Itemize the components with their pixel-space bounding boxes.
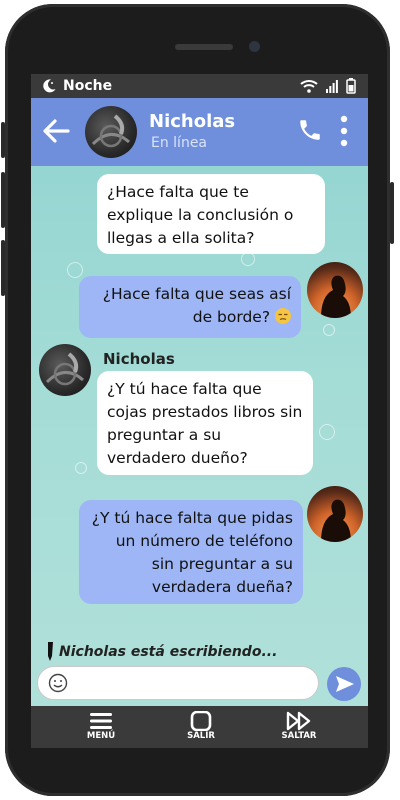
typing-text: Nicholas está escribiendo... [59,644,278,660]
sender-name: Nicholas [103,350,175,368]
volume-button [1,122,5,158]
volume-up-button [1,240,5,296]
smile-icon[interactable] [48,673,68,693]
exit-icon [190,711,212,731]
message-composer [37,666,319,700]
bubble-decoration [319,424,335,440]
menu-button[interactable]: MENÚ [81,711,121,741]
message-bubble-outgoing: ¿Hace falta que seas así de borde? [79,276,301,338]
skip-label: SALTAR [281,731,317,741]
speaker-grille [175,44,233,50]
signal-icon [326,80,338,93]
contact-avatar-small [39,344,91,396]
menu-label: MENÚ [86,731,116,741]
message-text: ¿Hace falta que seas así de borde? [102,285,291,326]
message-text: ¿Y tú hace falta que pidas un número de … [91,509,293,596]
menu-icon [90,713,112,729]
pen-icon [48,642,53,661]
message-text: ¿Y tú hace falta que cojas prestados lib… [107,380,303,467]
message-bubble-outgoing: ¿Y tú hace falta que pidas un número de … [79,500,303,604]
message-text: ¿Hace falta que te explique la conclusió… [107,183,294,247]
power-button [390,182,394,244]
phone-icon[interactable] [297,116,323,144]
more-icon[interactable] [337,114,351,148]
bubble-decoration [67,262,83,278]
chat-header: Nicholas En línea [31,98,368,166]
status-label: Noche [63,78,113,94]
user-avatar [307,486,363,542]
contact-avatar[interactable] [85,106,137,158]
chat-screen: Noche Nicholas En línea ¿Hace falta que … [31,74,368,748]
moon-icon [43,79,56,93]
unamused-emoji-icon [275,308,291,324]
battery-icon [346,78,356,94]
contact-name: Nicholas [149,111,236,132]
status-bar: Noche [31,74,368,98]
exit-label: SALIR [187,731,215,741]
back-arrow-icon[interactable] [41,116,71,146]
skip-button[interactable]: SALTAR [277,711,321,741]
bubble-decoration [241,252,255,266]
front-camera [249,41,260,52]
message-bubble-incoming: ¿Y tú hace falta que cojas prestados lib… [97,371,313,475]
skip-icon [286,711,311,731]
bottom-nav: MENÚ SALIR SALTAR [31,706,368,748]
wifi-icon [300,80,318,93]
volume-down-button [1,172,5,228]
contact-status: En línea [151,135,208,151]
typing-indicator: Nicholas está escribiendo... [45,642,277,662]
send-button[interactable] [327,667,361,701]
message-input[interactable] [76,671,316,697]
message-bubble-incoming: ¿Hace falta que te explique la conclusió… [97,174,325,254]
bubble-decoration [75,462,87,474]
exit-button[interactable]: SALIR [181,711,221,741]
bubble-decoration [323,324,335,336]
user-avatar [307,262,363,318]
send-icon [336,676,354,692]
